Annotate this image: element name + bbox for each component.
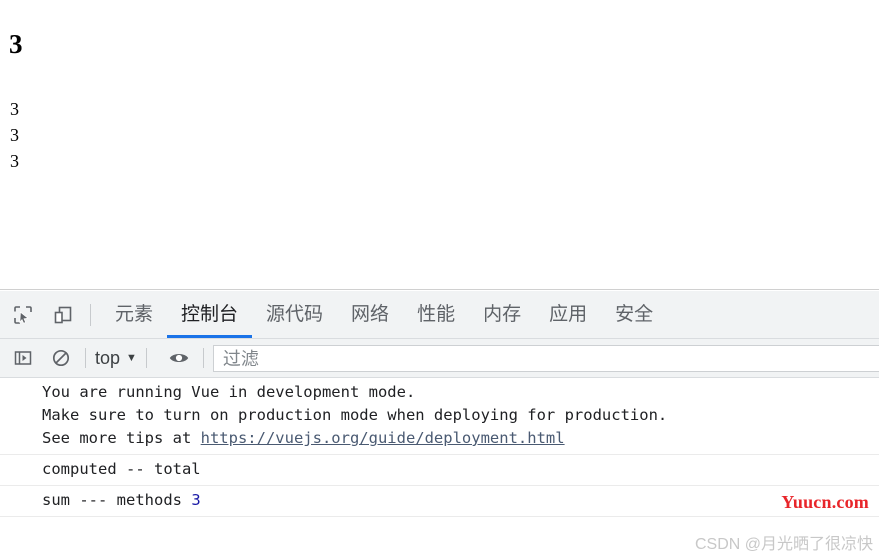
tab-memory[interactable]: 内存 bbox=[469, 291, 535, 338]
execution-context-value: top bbox=[95, 347, 121, 368]
tab-performance[interactable]: 性能 bbox=[403, 291, 469, 338]
device-toolbar-icon[interactable] bbox=[46, 298, 80, 332]
toolbar-divider bbox=[90, 303, 91, 326]
page-value-list: 3 3 3 bbox=[10, 96, 19, 174]
console-toolbar: top ▼ 过滤 bbox=[0, 339, 879, 378]
live-expression-eye-icon[interactable] bbox=[164, 343, 194, 373]
console-message-line: See more tips at https://vuejs.org/guide… bbox=[42, 427, 879, 450]
rendered-page-area: 3 3 3 3 bbox=[0, 0, 879, 290]
console-message-computed[interactable]: computed -- total bbox=[0, 455, 879, 486]
console-number-token: 3 bbox=[191, 491, 201, 509]
console-message-line: sum --- methods 3 bbox=[42, 489, 879, 512]
tab-network[interactable]: 网络 bbox=[337, 291, 403, 338]
tab-application[interactable]: 应用 bbox=[535, 291, 601, 338]
console-message-line: Make sure to turn on production mode whe… bbox=[42, 406, 668, 424]
tab-elements[interactable]: 元素 bbox=[101, 291, 167, 338]
toolbar-divider bbox=[85, 348, 86, 368]
devtools-panel: 元素 控制台 源代码 网络 性能 内存 应用 安全 top ▼ 过滤 You a… bbox=[0, 291, 879, 558]
console-message-text: See more tips at bbox=[42, 429, 201, 447]
toolbar-divider bbox=[202, 348, 204, 368]
console-message-text: sum --- methods bbox=[42, 491, 192, 509]
console-message-line: You are running Vue in development mode. bbox=[42, 383, 416, 401]
console-message-list: You are running Vue in development mode.… bbox=[0, 378, 879, 517]
list-item: 3 bbox=[10, 151, 19, 171]
console-message-sum[interactable]: sum --- methods 3 bbox=[0, 486, 879, 517]
toolbar-divider bbox=[145, 348, 147, 368]
console-sidebar-icon[interactable] bbox=[8, 343, 38, 373]
tab-console[interactable]: 控制台 bbox=[167, 291, 253, 338]
chevron-down-icon: ▼ bbox=[126, 351, 137, 364]
list-item: 3 bbox=[10, 125, 19, 145]
inspect-element-icon[interactable] bbox=[6, 298, 40, 332]
devtools-tabbar: 元素 控制台 源代码 网络 性能 内存 应用 安全 bbox=[0, 291, 879, 339]
deployment-guide-link[interactable]: https://vuejs.org/guide/deployment.html bbox=[201, 429, 565, 447]
page-title: 3 bbox=[9, 29, 23, 59]
execution-context-selector[interactable]: top ▼ bbox=[95, 348, 137, 369]
tab-security[interactable]: 安全 bbox=[601, 291, 667, 338]
console-message-line: computed -- total bbox=[42, 460, 201, 478]
console-message-vue-warning[interactable]: You are running Vue in development mode.… bbox=[0, 378, 879, 455]
clear-console-icon[interactable] bbox=[46, 343, 76, 373]
list-item: 3 bbox=[10, 99, 19, 119]
filter-input[interactable]: 过滤 bbox=[212, 344, 879, 372]
tab-sources[interactable]: 源代码 bbox=[252, 291, 337, 338]
